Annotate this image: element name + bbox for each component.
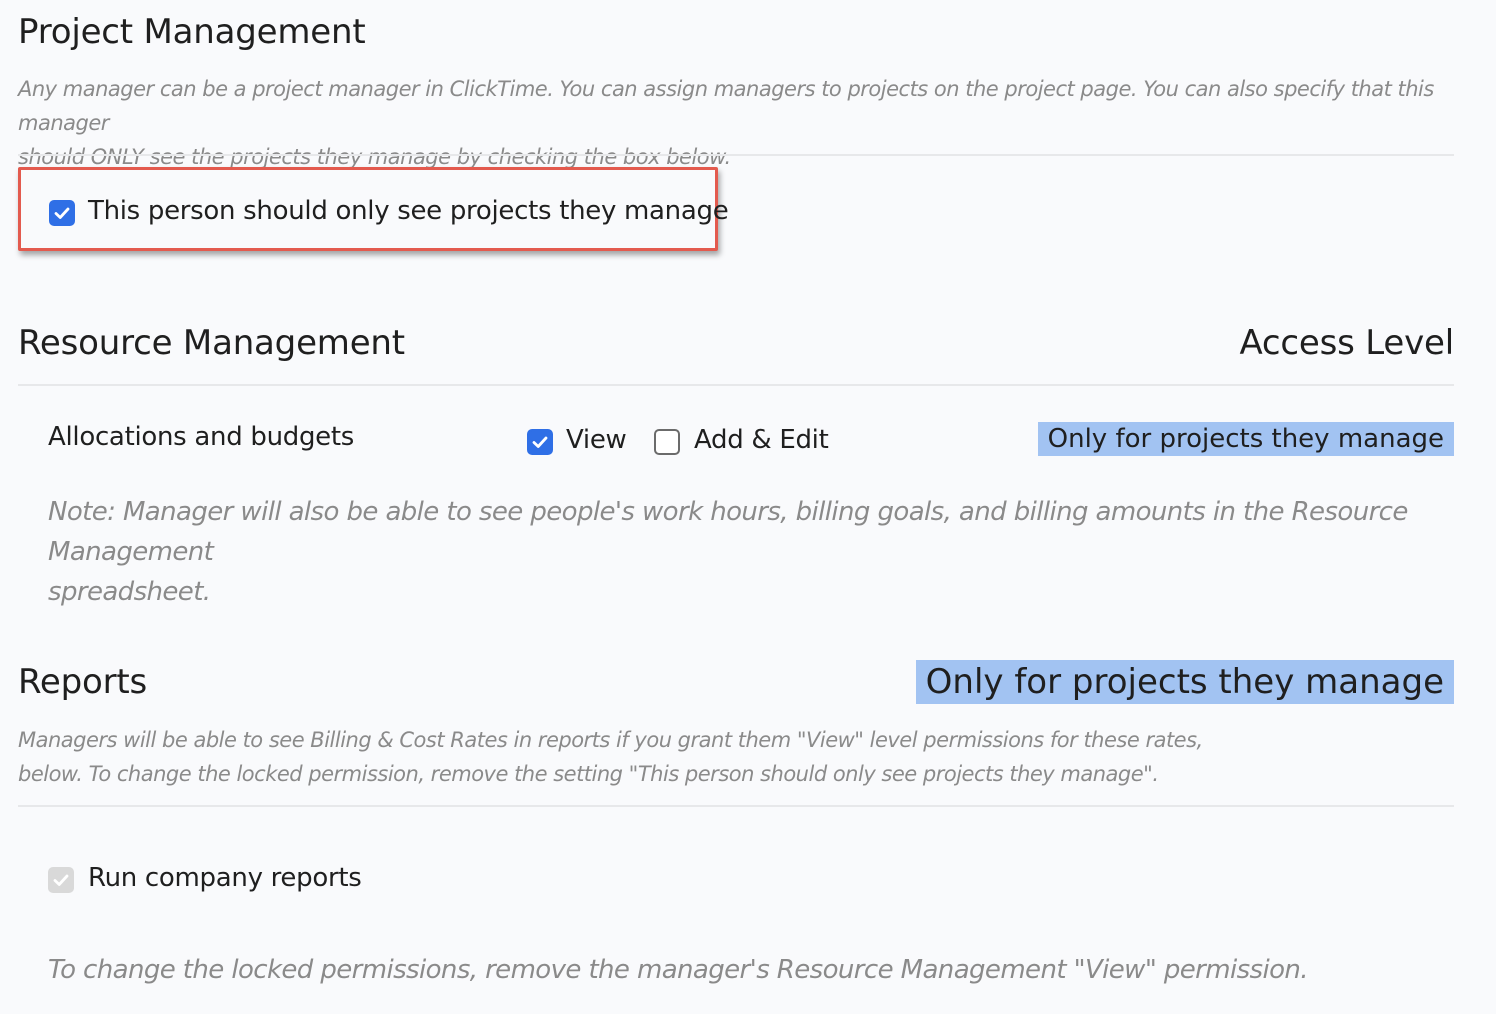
resource-management-note: Note: Manager will also be able to see p… xyxy=(48,492,1468,612)
allocations-add-edit-checkbox[interactable] xyxy=(654,429,680,455)
run-company-reports-checkbox[interactable] xyxy=(48,867,74,893)
reports-description: Managers will be able to see Billing & C… xyxy=(18,723,1218,791)
checkmark-icon xyxy=(532,436,548,448)
reports-description-line1: Managers will be able to see Billing & C… xyxy=(18,728,1203,752)
only-managed-projects-label[interactable]: This person should only see projects the… xyxy=(88,196,729,226)
allocations-view-label[interactable]: View xyxy=(566,425,627,455)
project-management-divider xyxy=(18,154,1454,156)
resource-management-note-line2: spreadsheet. xyxy=(48,577,211,607)
allocations-view-checkbox[interactable] xyxy=(527,429,553,455)
allocations-budgets-label: Allocations and budgets xyxy=(48,422,354,452)
resource-management-note-line1: Note: Manager will also be able to see p… xyxy=(48,497,1408,567)
project-management-description-line1: Any manager can be a project manager in … xyxy=(18,77,1434,135)
locked-permissions-note: To change the locked permissions, remove… xyxy=(48,955,1309,985)
reports-divider xyxy=(18,805,1454,807)
project-management-description: Any manager can be a project manager in … xyxy=(18,72,1468,174)
allocations-add-edit-label[interactable]: Add & Edit xyxy=(694,425,829,455)
reports-title: Reports xyxy=(18,662,148,702)
checkmark-icon xyxy=(53,874,69,886)
reports-description-line2: below. To change the locked permission, … xyxy=(18,762,1159,786)
permissions-page: Project Management Any manager can be a … xyxy=(0,0,1496,1014)
checkmark-icon xyxy=(54,207,70,219)
resource-management-divider xyxy=(18,384,1454,386)
allocations-access-level-badge: Only for projects they manage xyxy=(1037,422,1454,456)
project-management-title: Project Management xyxy=(18,12,366,52)
access-level-header: Access Level xyxy=(1239,323,1454,363)
reports-access-level-badge: Only for projects they manage xyxy=(915,660,1454,704)
run-company-reports-label: Run company reports xyxy=(88,863,362,893)
resource-management-title: Resource Management xyxy=(18,323,405,363)
only-managed-projects-checkbox[interactable] xyxy=(49,200,75,226)
